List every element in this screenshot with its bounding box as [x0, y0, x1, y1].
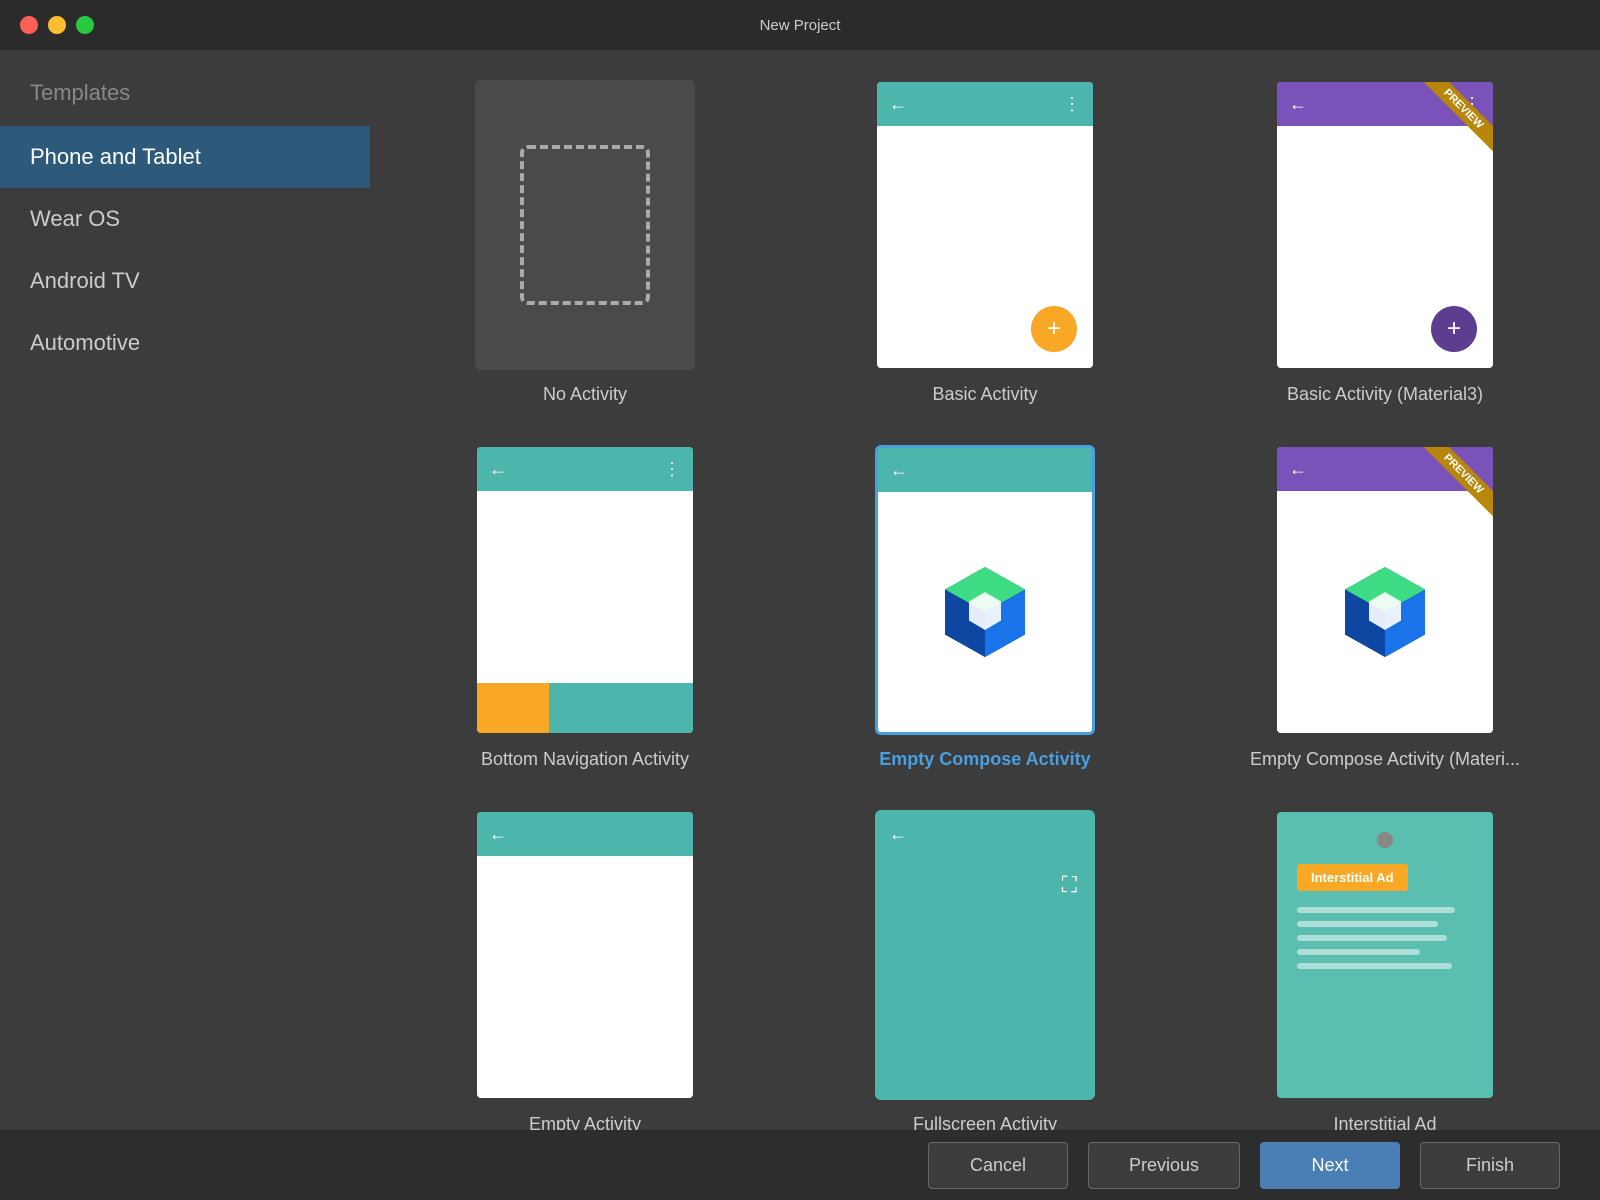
template-label-empty-compose: Empty Compose Activity [879, 749, 1090, 770]
tab-active [477, 683, 549, 733]
template-label-basic-m3: Basic Activity (Material3) [1287, 384, 1483, 405]
ad-line-1 [1297, 907, 1455, 913]
finish-button[interactable]: Finish [1420, 1142, 1560, 1189]
template-label-no-activity: No Activity [543, 384, 627, 405]
template-empty-compose[interactable]: ← [810, 445, 1160, 770]
main-content: Templates Phone and Tablet Wear OS Andro… [0, 50, 1600, 1130]
more-icon-bn: ⋮ [663, 459, 681, 480]
template-preview-bottom-nav: ← ⋮ [475, 445, 695, 735]
fullscreen-toolbar: ← [877, 812, 1093, 856]
tab-2 [549, 683, 621, 733]
compose-m3-toolbar: ← [1277, 447, 1493, 491]
back-icon-compose-m3: ← [1289, 459, 1307, 480]
template-empty-compose-m3[interactable]: ← PREVIEW [1210, 445, 1560, 770]
back-icon-compose: ← [890, 460, 908, 481]
template-label-empty-compose-m3: Empty Compose Activity (Materi... [1250, 749, 1520, 770]
sidebar-header: Templates [0, 70, 370, 126]
sidebar-item-automotive[interactable]: Automotive [0, 312, 370, 374]
fullscreen-icon: ⛶ [1062, 872, 1077, 898]
fab-m3[interactable]: + [1431, 306, 1477, 352]
interstitial-ad-label: Interstitial Ad [1297, 864, 1408, 891]
template-preview-no-activity [475, 80, 695, 370]
window-title: New Project [760, 17, 841, 34]
ad-line-3 [1297, 935, 1447, 941]
back-icon-fs: ← [889, 824, 907, 845]
titlebar: New Project [0, 0, 1600, 50]
template-preview-empty-compose-m3: ← PREVIEW [1275, 445, 1495, 735]
template-fullscreen[interactable]: ← ⛶ Fullscreen Activity [810, 810, 1160, 1130]
compose-logo-icon [935, 562, 1035, 662]
dashed-box-icon [520, 145, 650, 305]
close-button[interactable] [20, 16, 38, 34]
sidebar-item-wear-os[interactable]: Wear OS [0, 188, 370, 250]
cancel-button[interactable]: Cancel [928, 1142, 1068, 1189]
template-label-basic: Basic Activity [932, 384, 1037, 405]
template-preview-basic: ← ⋮ + [875, 80, 1095, 370]
maximize-button[interactable] [76, 16, 94, 34]
basic-body: + [877, 126, 1093, 368]
template-bottom-nav[interactable]: ← ⋮ Bottom Navigation Activity [410, 445, 760, 770]
template-preview-basic-m3: ← ⋮ + PREVIEW [1275, 80, 1495, 370]
content-area: No Activity ← ⋮ + Basic Activity [370, 50, 1600, 1130]
more-icon: ⋮ [1063, 94, 1081, 115]
compose-toolbar: ← [878, 448, 1092, 492]
template-preview-empty-activity: ← [475, 810, 695, 1100]
bottom-nav-bar [477, 683, 693, 733]
template-label-bottom-nav: Bottom Navigation Activity [481, 749, 689, 770]
template-label-fullscreen: Fullscreen Activity [913, 1114, 1057, 1130]
next-button[interactable]: Next [1260, 1142, 1400, 1189]
back-icon-m3: ← [1289, 94, 1307, 115]
templates-grid: No Activity ← ⋮ + Basic Activity [410, 80, 1560, 1130]
template-preview-fullscreen: ← ⛶ [875, 810, 1095, 1100]
template-no-activity[interactable]: No Activity [410, 80, 760, 405]
template-empty-activity[interactable]: ← Empty Activity [410, 810, 760, 1130]
template-label-empty-activity: Empty Activity [529, 1114, 641, 1130]
sidebar: Templates Phone and Tablet Wear OS Andro… [0, 50, 370, 1130]
window-controls [20, 16, 94, 34]
sidebar-item-android-tv[interactable]: Android TV [0, 250, 370, 312]
template-preview-interstitial: Interstitial Ad [1275, 810, 1495, 1100]
template-interstitial-ad[interactable]: Interstitial Ad Interstitial Ad [1210, 810, 1560, 1130]
template-label-interstitial: Interstitial Ad [1333, 1114, 1436, 1130]
bottom-nav-toolbar: ← ⋮ [477, 447, 693, 491]
back-icon-bn: ← [489, 459, 507, 480]
back-icon: ← [889, 94, 907, 115]
compose-m3-logo-icon [1335, 562, 1435, 662]
compose-body [935, 492, 1035, 732]
bottom-bar: Cancel Previous Next Finish [0, 1130, 1600, 1200]
template-basic-m3[interactable]: ← ⋮ + PREVIEW Basic Activity (Material3) [1210, 80, 1560, 405]
ad-content-lines [1297, 907, 1473, 969]
previous-button[interactable]: Previous [1088, 1142, 1240, 1189]
basic-m3-toolbar: ← ⋮ [1277, 82, 1493, 126]
ad-line-2 [1297, 921, 1438, 927]
tab-3 [621, 683, 693, 733]
compose-m3-body [1277, 491, 1493, 733]
sidebar-item-phone-tablet[interactable]: Phone and Tablet [0, 126, 370, 188]
empty-activity-toolbar: ← [477, 812, 693, 856]
more-icon-m3: ⋮ [1463, 94, 1481, 115]
minimize-button[interactable] [48, 16, 66, 34]
ad-line-4 [1297, 949, 1420, 955]
basic-m3-body: + [1277, 126, 1493, 368]
template-preview-empty-compose: ← [875, 445, 1095, 735]
bottom-nav-body [477, 491, 693, 683]
empty-activity-body [477, 856, 693, 1098]
camera-dot-icon [1377, 832, 1393, 848]
ad-line-5 [1297, 963, 1452, 969]
fab-button[interactable]: + [1031, 306, 1077, 352]
back-icon-empty: ← [489, 824, 507, 845]
template-basic-activity[interactable]: ← ⋮ + Basic Activity [810, 80, 1160, 405]
basic-toolbar: ← ⋮ [877, 82, 1093, 126]
